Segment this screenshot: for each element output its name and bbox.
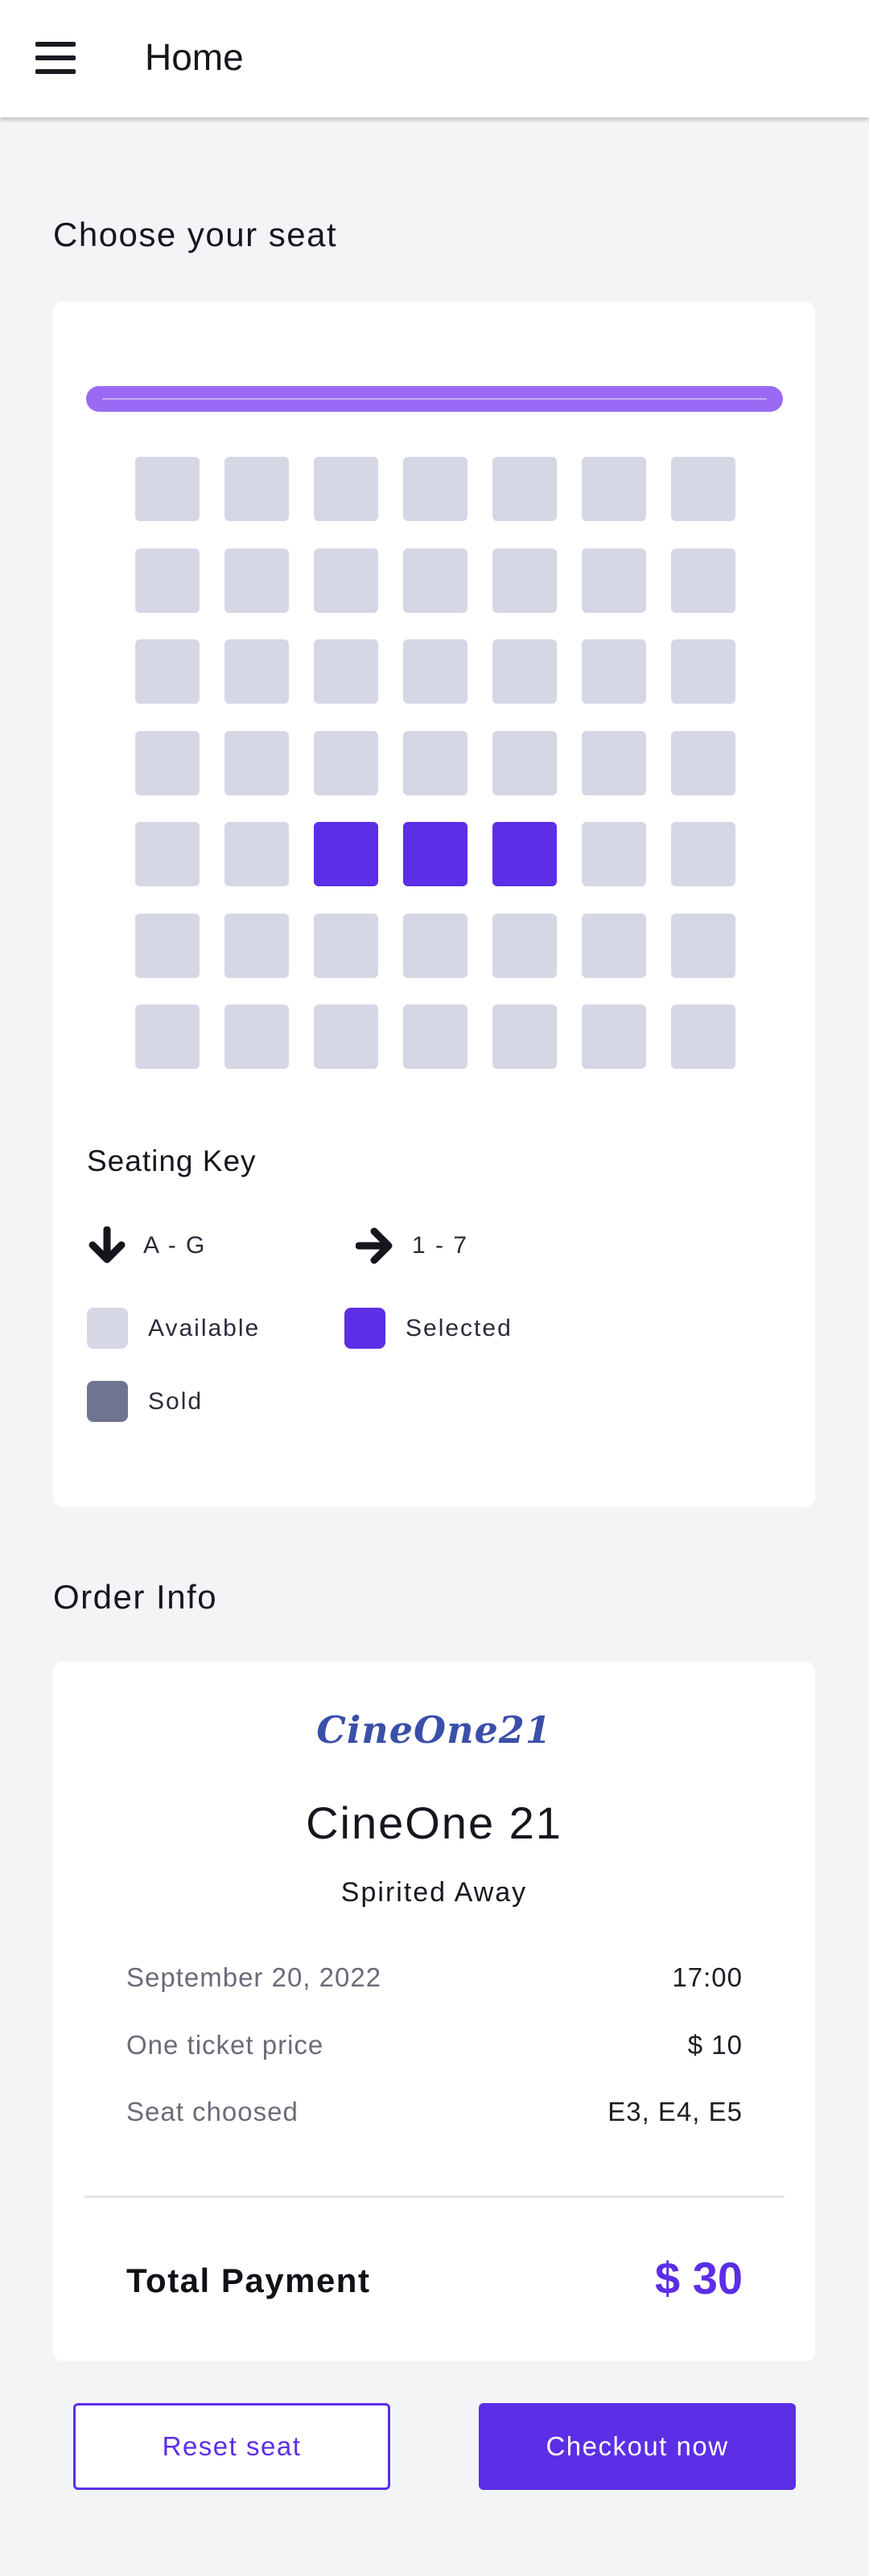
- checkout-button[interactable]: Checkout now: [479, 2403, 796, 2490]
- sold-key: Sold: [87, 1381, 203, 1422]
- seat-E3[interactable]: [314, 822, 378, 886]
- available-key: Available: [87, 1308, 260, 1349]
- seat-E1[interactable]: [135, 822, 200, 886]
- seat-B2[interactable]: [224, 548, 289, 613]
- seat-F2[interactable]: [224, 913, 289, 978]
- hamburger-menu-icon[interactable]: [35, 42, 76, 74]
- cinema-name: CineOne 21: [306, 1797, 562, 1848]
- seat-G2[interactable]: [224, 1005, 289, 1069]
- seat-D2[interactable]: [224, 730, 289, 795]
- arrow-right-icon: [356, 1226, 396, 1265]
- seat-D1[interactable]: [135, 730, 200, 795]
- available-swatch: [87, 1308, 128, 1349]
- seat-D7[interactable]: [671, 730, 735, 795]
- seat-C4[interactable]: [403, 639, 467, 704]
- top-app-bar: Home: [0, 0, 869, 117]
- seat-chosen-row: Seat choosed E3, E4, E5: [126, 2097, 743, 2127]
- seat-C7[interactable]: [671, 639, 735, 704]
- seat-E5[interactable]: [492, 822, 557, 886]
- seat-G5[interactable]: [492, 1005, 557, 1069]
- seat-G7[interactable]: [671, 1005, 735, 1069]
- cinema-logo: CineOne21: [316, 1708, 552, 1752]
- available-label: Available: [148, 1314, 261, 1341]
- seat-C2[interactable]: [224, 639, 289, 704]
- seat-B4[interactable]: [403, 548, 467, 613]
- seat-F6[interactable]: [582, 913, 646, 978]
- sold-label: Sold: [148, 1387, 204, 1415]
- seat-B6[interactable]: [582, 548, 646, 613]
- seat-D3[interactable]: [314, 730, 378, 795]
- order-info-heading: Order Info: [53, 1578, 218, 1616]
- seat-F5[interactable]: [492, 913, 557, 978]
- divider: [84, 2196, 785, 2198]
- seat-C6[interactable]: [582, 639, 646, 704]
- rows-key: A - G: [87, 1226, 206, 1265]
- seat-D5[interactable]: [492, 730, 557, 795]
- show-time: 17:00: [672, 1962, 743, 1992]
- seat-A6[interactable]: [582, 457, 646, 521]
- seat-B7[interactable]: [671, 548, 735, 613]
- choose-seat-heading: Choose your seat: [53, 216, 338, 253]
- seat-D6[interactable]: [582, 730, 646, 795]
- ticket-price-value: $ 10: [687, 2030, 743, 2060]
- cols-range-label: 1 - 7: [412, 1232, 469, 1259]
- seat-F1[interactable]: [135, 913, 200, 978]
- movie-title: Spirited Away: [340, 1877, 528, 1908]
- seat-A1[interactable]: [135, 457, 200, 521]
- ticket-price-label: One ticket price: [126, 2030, 324, 2060]
- order-info-card: CineOne21 CineOne 21 Spirited Away Septe…: [53, 1662, 815, 2361]
- seat-F3[interactable]: [314, 913, 378, 978]
- total-payment-value: $ 30: [655, 2253, 743, 2303]
- seat-A7[interactable]: [671, 457, 735, 521]
- seat-E4[interactable]: [403, 822, 467, 886]
- seat-B5[interactable]: [492, 548, 557, 613]
- seat-G4[interactable]: [403, 1005, 467, 1069]
- seat-E6[interactable]: [582, 822, 646, 886]
- seat-G1[interactable]: [135, 1005, 200, 1069]
- seat-chosen-label: Seat choosed: [126, 2097, 299, 2126]
- seat-B3[interactable]: [314, 548, 378, 613]
- ticket-price-row: One ticket price $ 10: [126, 2030, 743, 2060]
- seat-A3[interactable]: [314, 457, 378, 521]
- sold-swatch: [87, 1381, 128, 1422]
- seat-A4[interactable]: [403, 457, 467, 521]
- seat-A2[interactable]: [224, 457, 289, 521]
- seat-chosen-value: E3, E4, E5: [607, 2097, 743, 2126]
- seat-D4[interactable]: [403, 730, 467, 795]
- selected-key: Selected: [344, 1308, 513, 1349]
- seat-C5[interactable]: [492, 639, 557, 704]
- arrow-down-icon: [87, 1226, 127, 1265]
- seat-C1[interactable]: [135, 639, 200, 704]
- total-payment-label: Total Payment: [126, 2262, 371, 2299]
- rows-range-label: A - G: [143, 1232, 207, 1259]
- seat-G3[interactable]: [314, 1005, 378, 1069]
- seat-F4[interactable]: [403, 913, 467, 978]
- seat-G6[interactable]: [582, 1005, 646, 1069]
- selected-swatch: [344, 1308, 385, 1349]
- seat-C3[interactable]: [314, 639, 378, 704]
- show-date: September 20, 2022: [126, 1962, 382, 1992]
- seat-grid: [135, 457, 735, 1074]
- showtime-row: September 20, 2022 17:00: [126, 1962, 743, 1993]
- selected-label: Selected: [406, 1314, 513, 1341]
- reset-seat-button[interactable]: Reset seat: [73, 2403, 390, 2490]
- seat-A5[interactable]: [492, 457, 557, 521]
- screen-indicator: [86, 386, 783, 412]
- seat-F7[interactable]: [671, 913, 735, 978]
- seat-B1[interactable]: [135, 548, 200, 613]
- cols-key: 1 - 7: [356, 1226, 468, 1265]
- seating-key-title: Seating Key: [87, 1144, 257, 1177]
- seat-map-card: Seating Key A - G 1 - 7 Available Select…: [53, 302, 815, 1507]
- seat-E7[interactable]: [671, 822, 735, 886]
- seat-E2[interactable]: [224, 822, 289, 886]
- page-title: Home: [145, 36, 244, 78]
